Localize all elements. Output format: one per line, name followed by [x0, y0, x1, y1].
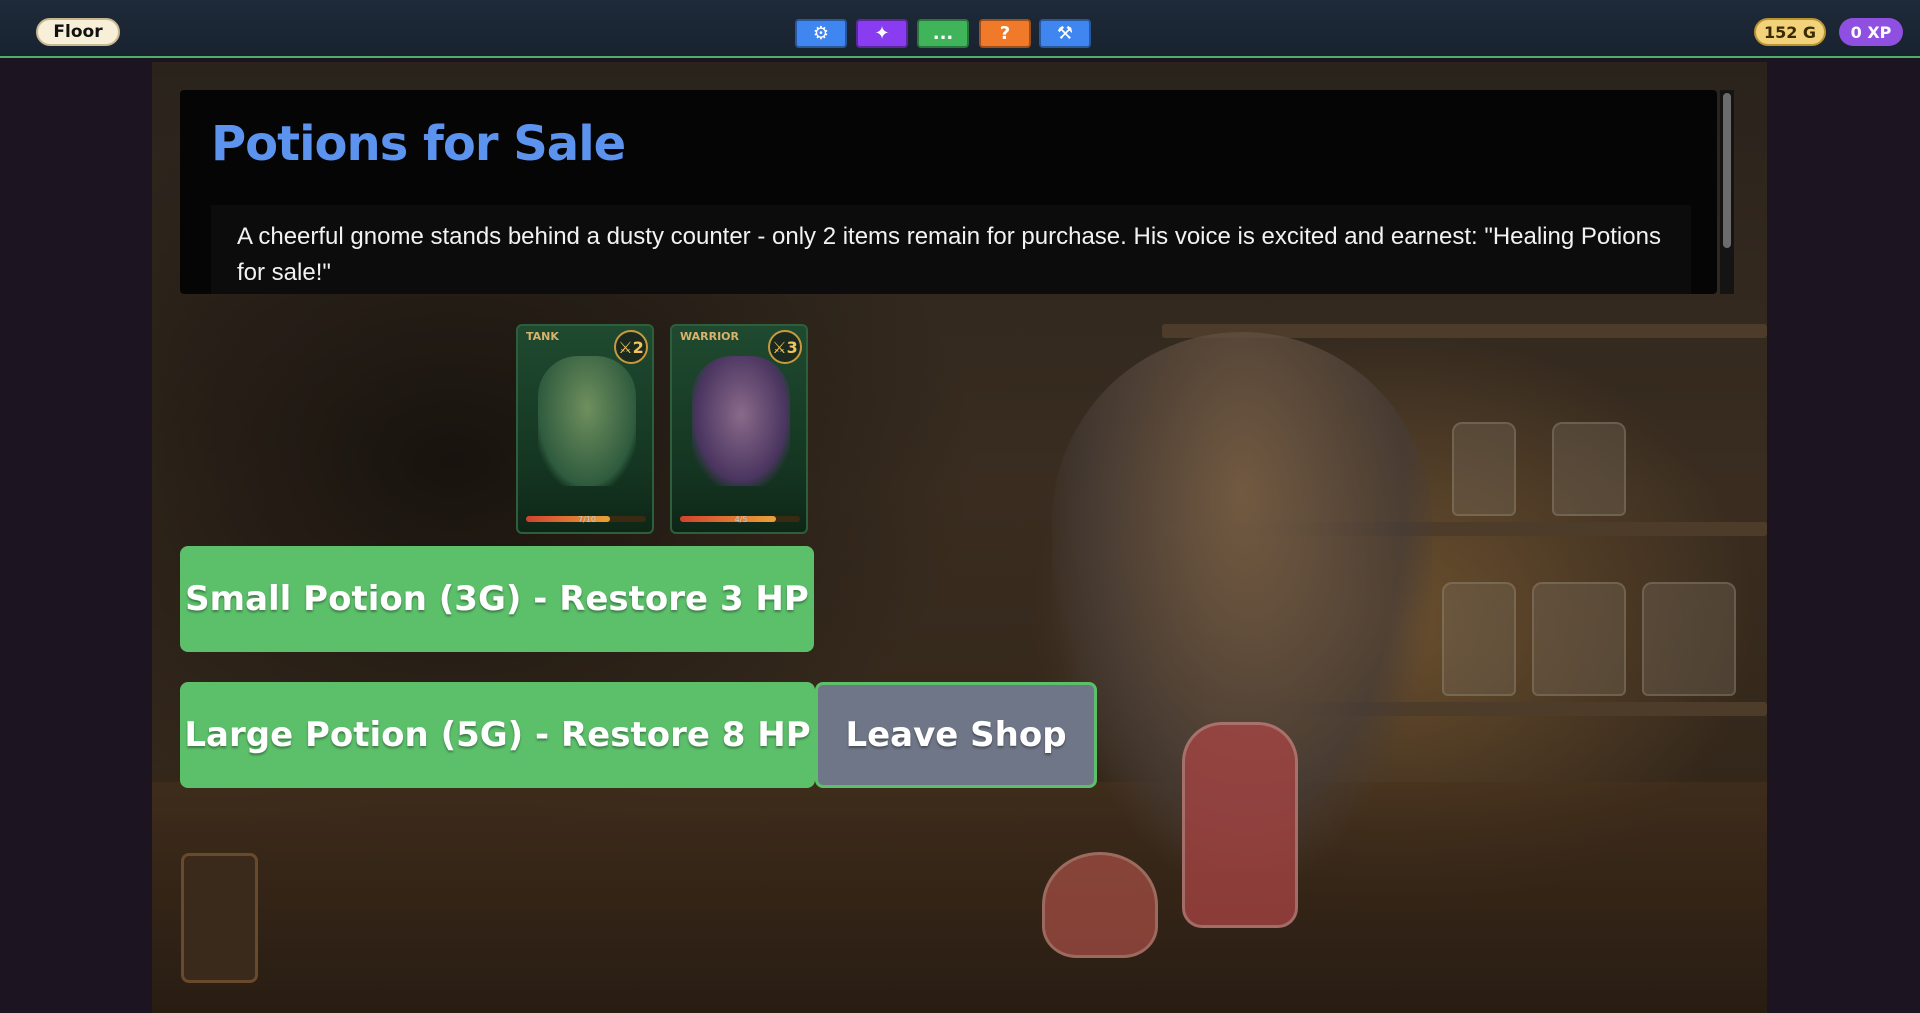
large-potion-bottle-icon [1182, 722, 1298, 928]
warrior-portrait-icon [692, 356, 790, 486]
small-potion-bottle-icon [1042, 852, 1158, 958]
party-card-tank[interactable]: TANK ⚔2 7/10 [516, 324, 654, 534]
jar-icon [1452, 422, 1516, 516]
abilities-button[interactable]: ✦ [856, 19, 908, 48]
leave-shop-button[interactable]: Leave Shop [815, 682, 1097, 788]
scrollbar-thumb[interactable] [1723, 93, 1731, 248]
settings-button[interactable]: ⚙ [795, 19, 847, 48]
inventory-slot[interactable] [181, 853, 258, 983]
help-button[interactable]: ? [979, 19, 1031, 48]
floor-indicator[interactable]: Floor [36, 18, 120, 46]
event-text-panel: Potions for Sale A cheerful gnome stands… [180, 90, 1717, 294]
jar-icon [1642, 582, 1736, 696]
jar-icon [1532, 582, 1626, 696]
card-role-label: WARRIOR [680, 330, 740, 343]
card-role-label: TANK [526, 330, 559, 343]
tools-button[interactable]: ⚒ [1039, 19, 1091, 48]
counter-surface [152, 782, 1767, 1013]
event-title: Potions for Sale [211, 116, 626, 172]
buy-large-potion-button[interactable]: Large Potion (5G) - Restore 8 HP [180, 682, 815, 788]
card-hp-text: 7/10 [578, 515, 596, 524]
jar-icon [1552, 422, 1626, 516]
buy-small-potion-button[interactable]: Small Potion (3G) - Restore 3 HP [180, 546, 814, 652]
tank-portrait-icon [538, 356, 636, 486]
jar-icon [1442, 582, 1516, 696]
card-power-badge: ⚔3 [768, 330, 802, 364]
party-card-warrior[interactable]: WARRIOR ⚔3 4/5 [670, 324, 808, 534]
top-bar: Floor ⚙ ✦ ... ? ⚒ 152 G 0 XP [0, 0, 1920, 58]
event-description: A cheerful gnome stands behind a dusty c… [237, 223, 1661, 286]
xp-counter: 0 XP [1839, 18, 1903, 46]
card-power-badge: ⚔2 [614, 330, 648, 364]
gold-counter: 152 G [1754, 18, 1826, 46]
description-box: A cheerful gnome stands behind a dusty c… [211, 205, 1691, 294]
text-panel-scrollbar[interactable] [1720, 90, 1734, 294]
chat-button[interactable]: ... [917, 19, 969, 48]
card-hp-text: 4/5 [734, 515, 748, 524]
